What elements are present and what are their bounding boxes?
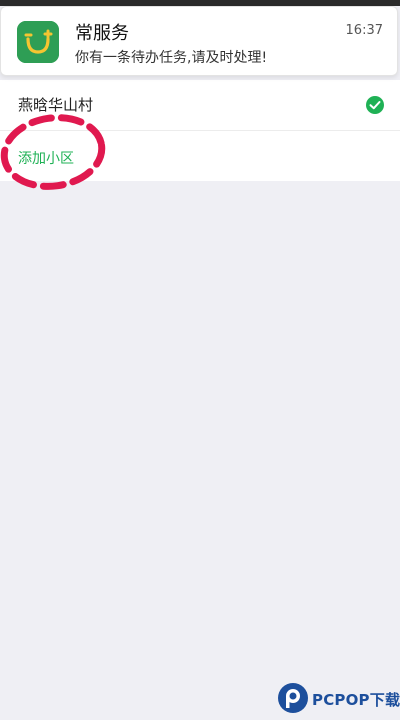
add-community-label: 添加小区 bbox=[18, 151, 74, 167]
watermark-text: PCPOP下载 bbox=[312, 691, 400, 709]
notification-title: 常服务 bbox=[75, 23, 129, 44]
notification-message: 你有一条待办任务,请及时处理! bbox=[75, 50, 268, 66]
community-name: 燕晗华山村 bbox=[18, 96, 94, 114]
community-row[interactable]: 燕晗华山村 bbox=[0, 80, 400, 131]
notification-time: 16:37 bbox=[345, 23, 383, 38]
notification-banner[interactable]: 常服务 你有一条待办任务,请及时处理! 16:37 bbox=[0, 6, 398, 76]
pcpop-logo-icon bbox=[278, 683, 308, 713]
watermark: PCPOP下载 bbox=[276, 681, 400, 715]
check-circle-icon bbox=[366, 96, 384, 114]
add-community-button[interactable]: 添加小区 bbox=[0, 131, 400, 181]
app-logo-icon bbox=[17, 21, 59, 63]
